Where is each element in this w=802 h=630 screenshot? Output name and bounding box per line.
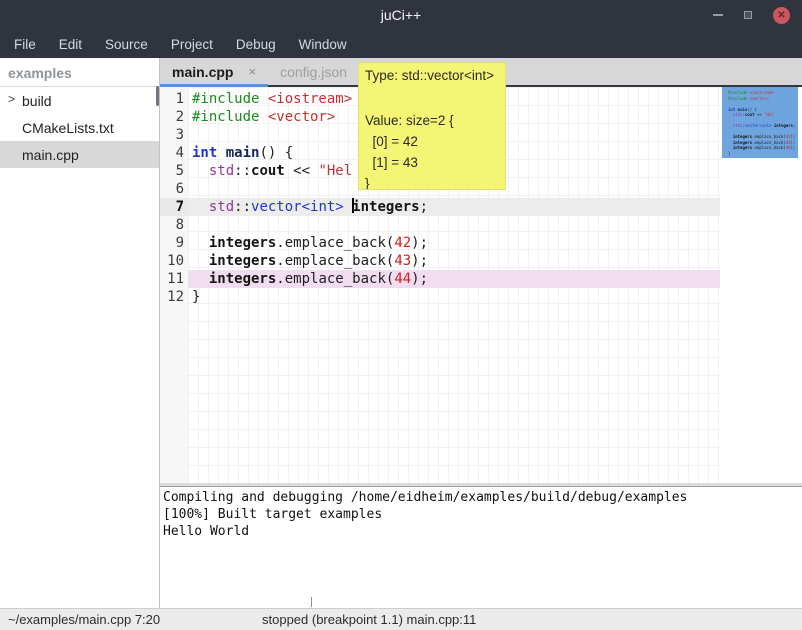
code-line-7[interactable]: std::vector<int> integers; — [188, 198, 720, 216]
restore-button[interactable] — [744, 11, 752, 19]
terminal-output[interactable]: Compiling and debugging /home/eidheim/ex… — [160, 487, 802, 608]
line-number: 12 — [160, 288, 188, 306]
terminal-line: [100%] Built target examples — [163, 506, 799, 523]
minimize-icon — [713, 14, 723, 16]
code-line-10[interactable]: integers.emplace_back(43); — [188, 252, 720, 270]
line-number: 10 — [160, 252, 188, 270]
menu-file[interactable]: File — [10, 34, 40, 55]
menu-debug[interactable]: Debug — [232, 34, 280, 55]
paned-handle[interactable] — [311, 597, 312, 607]
window-controls: ✕ — [713, 0, 790, 30]
status-file-position: ~/examples/main.cpp 7:20 — [0, 612, 262, 627]
expander-icon[interactable]: > — [8, 92, 15, 106]
line-number: 5 — [160, 162, 188, 180]
line-number: 2 — [160, 108, 188, 126]
menu-window[interactable]: Window — [295, 34, 351, 55]
line-number: 8 — [160, 216, 188, 234]
status-debug-state: stopped (breakpoint 1.1) main.cpp:11 — [262, 612, 476, 627]
tab-main-cpp[interactable]: main.cpp × — [160, 58, 268, 85]
window-title: juCi++ — [381, 7, 421, 23]
code-line-12[interactable]: } — [188, 288, 720, 306]
tab-close-icon[interactable]: × — [248, 64, 256, 79]
minimap-line: } — [728, 151, 796, 157]
file-tree: > build CMakeLists.txt main.cpp — [0, 87, 159, 168]
tab-label: config.json — [280, 64, 347, 80]
line-number: 6 — [160, 180, 188, 198]
debug-value-tooltip: Type: std::vector<int> Value: size=2 { [… — [358, 62, 506, 190]
tree-item-cmakelists-txt[interactable]: CMakeLists.txt — [0, 114, 159, 141]
tree-item-label: build — [22, 93, 52, 109]
tooltip-value-line: [1] = 43 — [365, 152, 499, 173]
minimap[interactable]: #include <iostream>#include <vector>int … — [720, 87, 802, 483]
terminal-line: Hello World — [163, 523, 799, 540]
tree-item-label: CMakeLists.txt — [22, 120, 114, 136]
line-number: 4 — [160, 144, 188, 162]
menu-source[interactable]: Source — [101, 34, 152, 55]
project-name: examples — [0, 58, 159, 87]
sidebar-scrollbar[interactable] — [156, 86, 159, 106]
close-button[interactable]: ✕ — [773, 7, 790, 24]
minimap-line: integers.emplace_back(44); — [728, 145, 796, 151]
tab-label: main.cpp — [172, 64, 233, 80]
tree-item-label: main.cpp — [22, 147, 79, 163]
minimap-code: #include <iostream>#include <vector>int … — [728, 90, 796, 156]
tree-item-main-cpp[interactable]: main.cpp — [0, 141, 159, 168]
menubar: File Edit Source Project Debug Window — [0, 30, 802, 58]
code-line-8[interactable] — [188, 216, 720, 234]
tooltip-type: Type: std::vector<int> — [365, 68, 499, 83]
statusbar: ~/examples/main.cpp 7:20 stopped (breakp… — [0, 608, 802, 630]
titlebar: juCi++ ✕ — [0, 0, 802, 30]
file-tree-sidebar: examples > build CMakeLists.txt main.cpp — [0, 58, 160, 608]
minimap-line: std::vector<int> integers; — [728, 123, 796, 129]
restore-icon — [744, 11, 752, 19]
menu-project[interactable]: Project — [167, 34, 217, 55]
line-number: 3 — [160, 126, 188, 144]
line-number: 1 — [160, 90, 188, 108]
line-number: 9 — [160, 234, 188, 252]
tree-item-build[interactable]: > build — [0, 87, 159, 114]
line-number: 11 — [160, 270, 188, 288]
tooltip-value-line: Value: size=2 { — [365, 110, 499, 131]
close-icon: ✕ — [777, 10, 785, 21]
code-line-9[interactable]: integers.emplace_back(42); — [188, 234, 720, 252]
tooltip-value: Value: size=2 { [0] = 42 [1] = 43} — [365, 110, 499, 190]
line-number: 7 — [160, 198, 188, 216]
tab-config-json[interactable]: config.json — [268, 58, 359, 85]
tooltip-value-line: } — [365, 173, 499, 190]
code-line-11[interactable]: integers.emplace_back(44); — [188, 270, 720, 288]
minimize-button[interactable] — [713, 14, 723, 16]
menu-edit[interactable]: Edit — [55, 34, 86, 55]
tooltip-value-line: [0] = 42 — [365, 131, 499, 152]
line-number-gutter: 123456789101112 — [160, 87, 188, 483]
terminal-line: Compiling and debugging /home/eidheim/ex… — [163, 489, 799, 506]
